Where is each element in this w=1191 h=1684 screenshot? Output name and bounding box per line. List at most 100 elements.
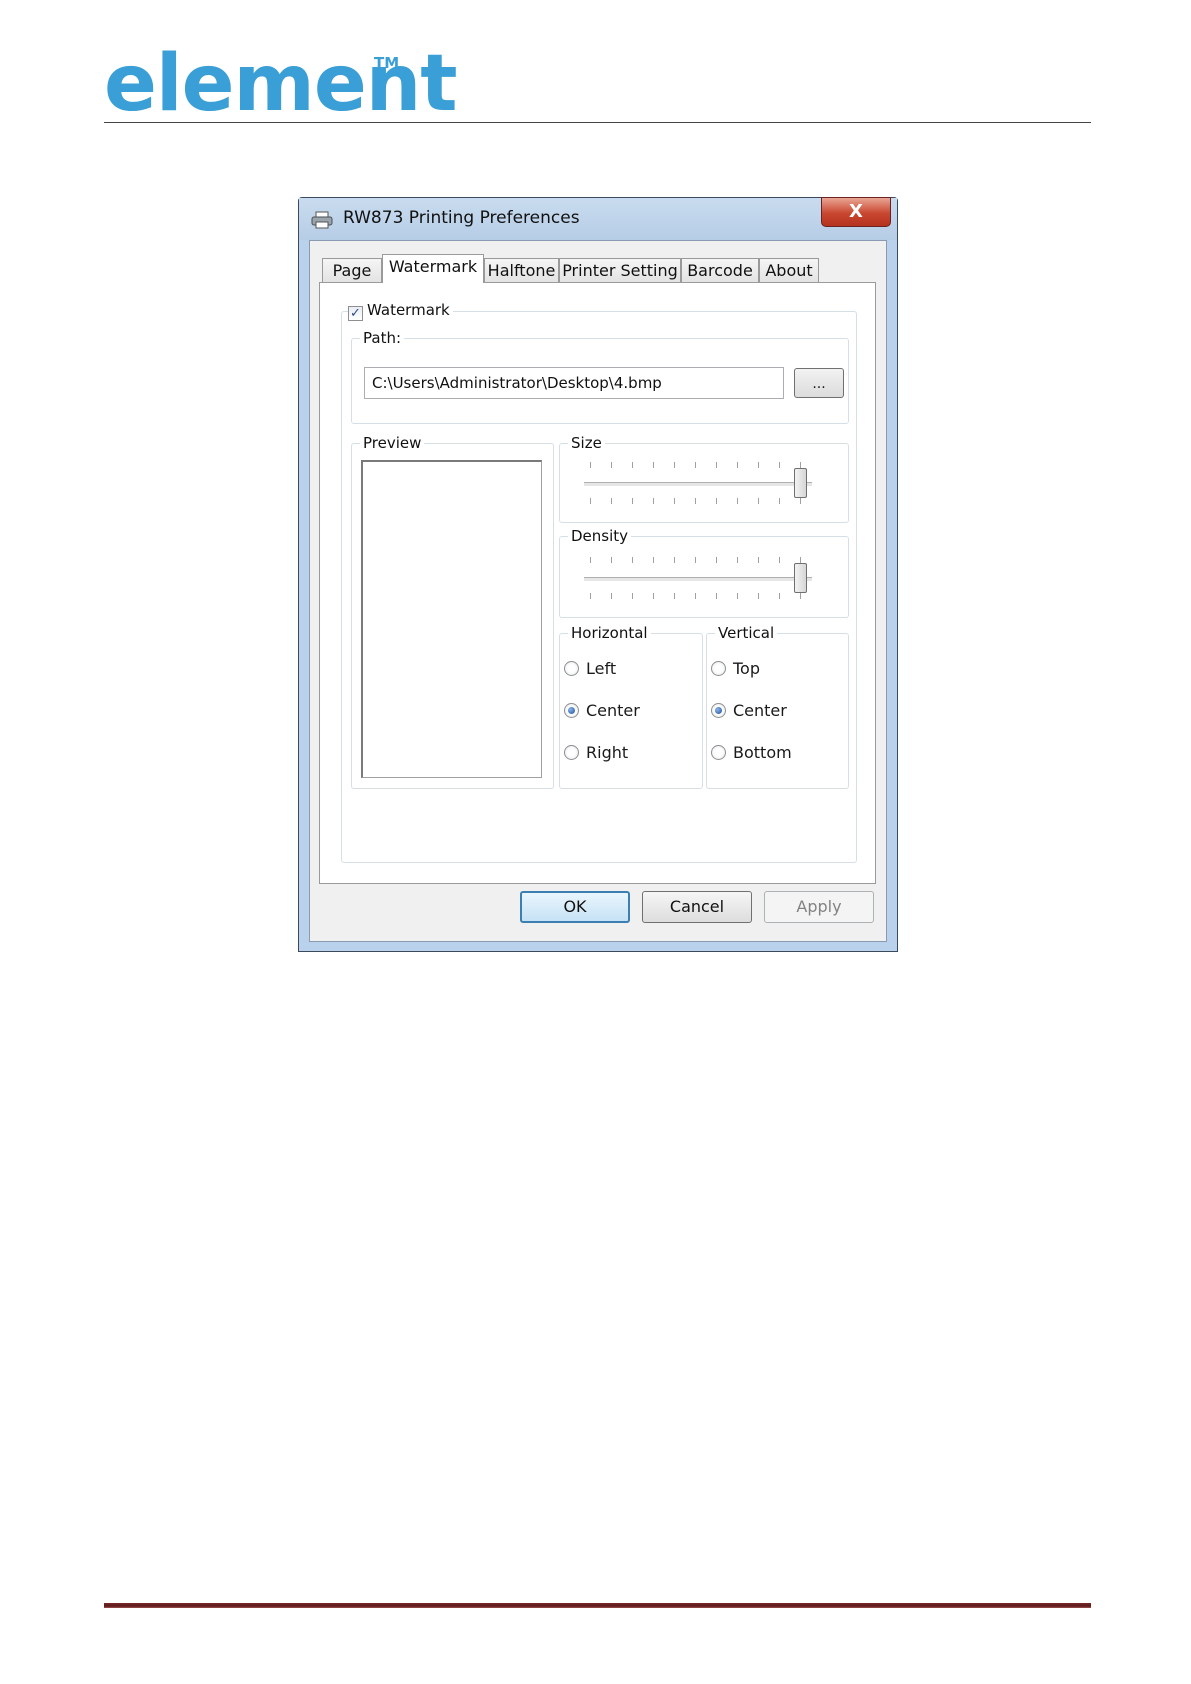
slider-tick: [779, 557, 780, 563]
header-divider: [104, 122, 1091, 123]
watermark-checkbox-label[interactable]: Watermark: [367, 301, 450, 319]
tab-halftone[interactable]: Halftone: [484, 258, 559, 282]
slider-tick: [674, 593, 675, 599]
density-slider[interactable]: [584, 557, 812, 599]
slider-tick: [716, 593, 717, 599]
slider-tick: [611, 557, 612, 563]
slider-tick: [632, 593, 633, 599]
slider-tick: [758, 593, 759, 599]
browse-button[interactable]: ...: [794, 368, 844, 398]
horizontal-group: Horizontal Left Center Right: [559, 623, 703, 789]
watermark-group-header: ✓ Watermark: [348, 300, 453, 321]
path-group: Path: C:\Users\Administrator\Desktop\4.b…: [351, 328, 849, 424]
slider-tick: [737, 498, 738, 504]
slider-tick: [590, 498, 591, 504]
dialog-title: RW873 Printing Preferences: [343, 208, 580, 228]
title-bar[interactable]: RW873 Printing Preferences X: [299, 197, 897, 240]
density-ticks-bottom: [590, 593, 801, 599]
tab-watermark[interactable]: Watermark: [382, 254, 484, 283]
slider-tick: [779, 462, 780, 468]
radio-label: Left: [586, 659, 617, 678]
radio-button[interactable]: [564, 745, 579, 760]
slider-tick: [695, 557, 696, 563]
preview-image-area: [361, 460, 542, 778]
slider-tick: [653, 498, 654, 504]
printer-icon: [311, 211, 333, 229]
radio-button[interactable]: [711, 661, 726, 676]
slider-tick: [611, 593, 612, 599]
dialog-client-area: Page Watermark Halftone Printer Setting …: [309, 240, 887, 942]
preview-group: Preview: [351, 433, 554, 789]
radio-label: Top: [733, 659, 760, 678]
radio-button[interactable]: [711, 745, 726, 760]
slider-tick: [590, 462, 591, 468]
slider-tick: [695, 462, 696, 468]
slider-tick: [779, 498, 780, 504]
vertical-label: Vertical: [715, 623, 778, 643]
slider-tick: [653, 557, 654, 563]
slider-tick: [737, 462, 738, 468]
slider-tick: [674, 498, 675, 504]
path-input[interactable]: C:\Users\Administrator\Desktop\4.bmp: [364, 367, 784, 399]
slider-tick: [737, 593, 738, 599]
apply-button[interactable]: Apply: [764, 891, 874, 923]
footer-divider: [104, 1603, 1091, 1608]
slider-tick: [716, 462, 717, 468]
slider-tick: [737, 557, 738, 563]
slider-tick: [632, 462, 633, 468]
watermark-checkbox[interactable]: ✓: [348, 306, 363, 321]
printing-preferences-dialog: RW873 Printing Preferences X Page Waterm…: [298, 197, 898, 952]
slider-tick: [611, 498, 612, 504]
slider-tick: [632, 557, 633, 563]
slider-tick: [674, 462, 675, 468]
size-group: Size: [559, 433, 849, 523]
size-label: Size: [568, 433, 605, 453]
radio-label: Center: [733, 701, 787, 720]
slider-tick: [758, 462, 759, 468]
density-slider-thumb[interactable]: [794, 563, 807, 593]
slider-tick: [800, 593, 801, 599]
size-ticks-top: [590, 462, 801, 468]
slider-tick: [590, 593, 591, 599]
slider-tick: [674, 557, 675, 563]
slider-tick: [716, 557, 717, 563]
ok-button[interactable]: OK: [520, 891, 630, 923]
slider-tick: [611, 462, 612, 468]
density-slider-track: [584, 577, 812, 582]
slider-tick: [779, 593, 780, 599]
watermark-panel: ✓ Watermark Path: C:\Users\Administrator\…: [319, 282, 876, 884]
density-label: Density: [568, 526, 632, 546]
size-slider-track: [584, 482, 812, 487]
radio-label: Bottom: [733, 743, 792, 762]
vertical-group: Vertical Top Center Bottom: [706, 623, 849, 789]
radio-button[interactable]: [564, 661, 579, 676]
close-button[interactable]: X: [821, 197, 891, 227]
tab-page[interactable]: Page: [322, 258, 382, 282]
slider-tick: [800, 498, 801, 504]
slider-tick: [632, 498, 633, 504]
preview-label: Preview: [360, 433, 425, 453]
trademark-mark: TM: [374, 54, 400, 72]
watermark-group: ✓ Watermark Path: C:\Users\Administrator\…: [341, 300, 857, 863]
tab-printer-setting[interactable]: Printer Setting: [559, 258, 681, 282]
size-slider-thumb[interactable]: [794, 468, 807, 498]
radio-label: Right: [586, 743, 629, 762]
density-ticks-top: [590, 557, 801, 563]
slider-tick: [758, 498, 759, 504]
size-slider[interactable]: [584, 462, 812, 504]
slider-tick: [590, 557, 591, 563]
path-label: Path:: [360, 328, 405, 348]
logo-wordmark: element: [104, 39, 458, 129]
radio-label: Center: [586, 701, 640, 720]
slider-tick: [758, 557, 759, 563]
radio-button[interactable]: [711, 703, 726, 718]
slider-tick: [716, 498, 717, 504]
element-logo: element TM: [104, 39, 458, 129]
size-ticks-bottom: [590, 498, 801, 504]
horizontal-label: Horizontal: [568, 623, 651, 643]
tab-about[interactable]: About: [759, 258, 819, 282]
density-group: Density: [559, 526, 849, 618]
tab-barcode[interactable]: Barcode: [681, 258, 759, 282]
radio-button[interactable]: [564, 703, 579, 718]
cancel-button[interactable]: Cancel: [642, 891, 752, 923]
